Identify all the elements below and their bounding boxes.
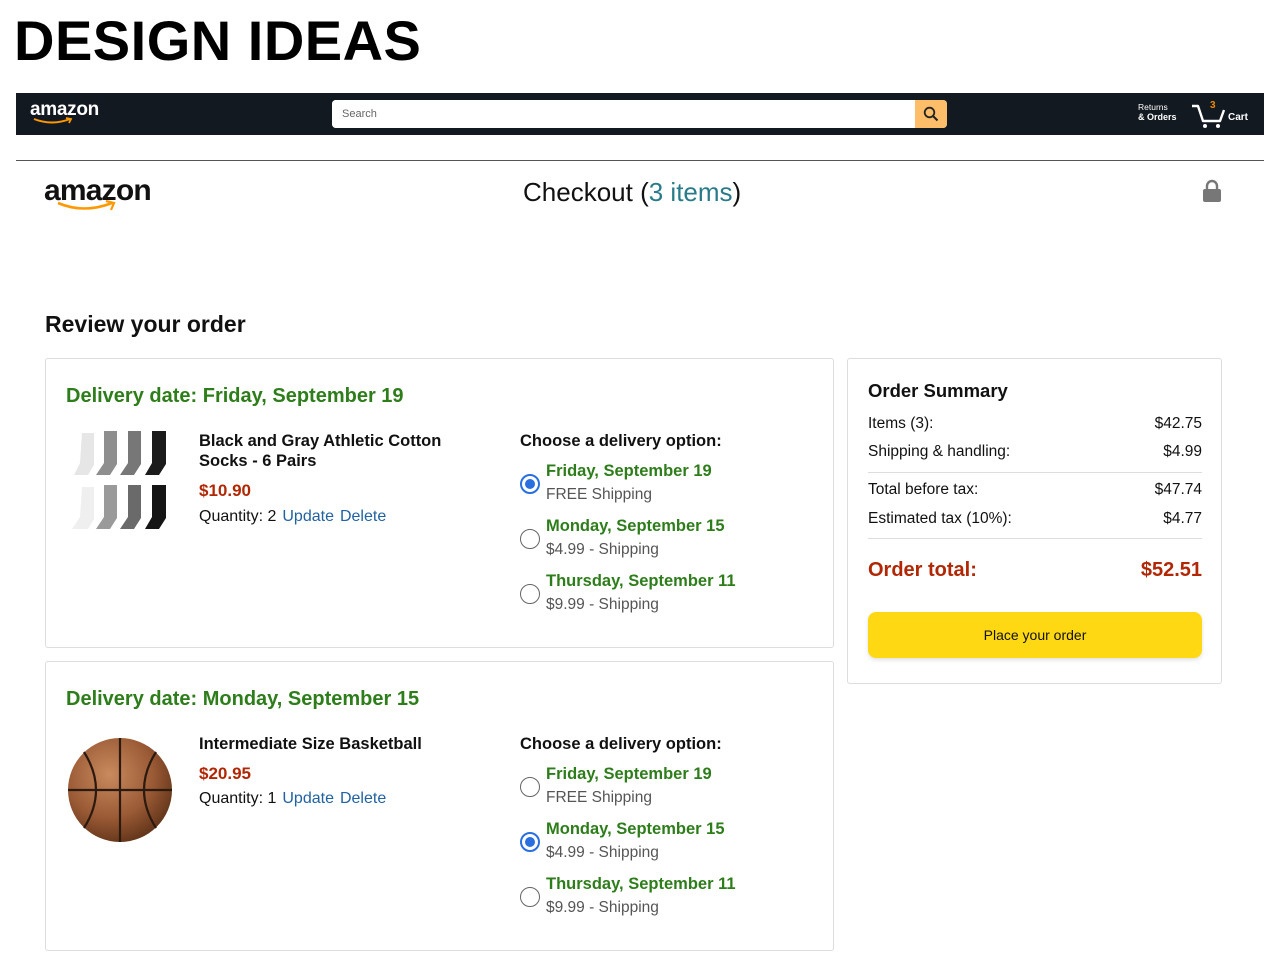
returns-line2: & Orders: [1138, 112, 1177, 122]
cart-label: Cart: [1228, 112, 1249, 123]
order-total-row: Order total: $52.51: [868, 559, 1202, 582]
returns-line1: Returns: [1138, 102, 1168, 112]
delivery-option-date: Friday, September 19: [546, 765, 712, 783]
product-name[interactable]: Black and Gray Athletic Cotton Socks - 6…: [199, 431, 494, 471]
delivery-option-date: Thursday, September 11: [546, 875, 736, 893]
delivery-option-date: Monday, September 15: [546, 517, 725, 535]
cart-icon: [1192, 104, 1226, 128]
amazon-smile-icon: [57, 200, 116, 211]
delivery-date-heading: Delivery date: Monday, September 15: [66, 688, 420, 710]
search-input[interactable]: [332, 100, 915, 128]
delete-link[interactable]: Delete: [340, 790, 386, 807]
delivery-option-radio[interactable]: [520, 584, 540, 604]
product-quantity-row: Quantity: 1 Update Delete: [199, 790, 386, 808]
delivery-option-date: Thursday, September 11: [546, 572, 736, 590]
product-price: $20.95: [199, 764, 251, 783]
checkout-title: Checkout (3 items): [523, 177, 741, 208]
quantity-text: Quantity: 2: [199, 508, 277, 525]
shipment-box: Delivery date: Friday, September 19 Blac…: [45, 358, 834, 648]
delivery-options-heading: Choose a delivery option:: [520, 432, 722, 450]
delivery-date-heading: Delivery date: Friday, September 19: [66, 385, 404, 407]
delivery-option-date: Friday, September 19: [546, 462, 712, 480]
page-heading: DESIGN IDEAS: [14, 9, 422, 72]
amazon-smile-icon: [33, 117, 73, 124]
search-bar: [332, 100, 947, 128]
summary-label: Shipping & handling:: [868, 443, 1011, 460]
cart-count: 3: [1210, 100, 1216, 111]
summary-divider: [868, 472, 1202, 473]
summary-value: $47.74: [1154, 481, 1202, 498]
order-summary-title: Order Summary: [868, 380, 1008, 401]
delivery-option-price: FREE Shipping: [546, 486, 652, 503]
delivery-option-radio[interactable]: [520, 832, 540, 852]
delivery-option-radio[interactable]: [520, 474, 540, 494]
delivery-options-heading: Choose a delivery option:: [520, 735, 722, 753]
checkout-title-prefix: Checkout (: [523, 177, 649, 207]
section-divider: [16, 160, 1264, 161]
summary-value: $4.77: [1163, 510, 1202, 527]
checkout-title-suffix: ): [732, 177, 742, 207]
delivery-option[interactable]: Thursday, September 11 $9.99 - Shipping: [520, 875, 800, 921]
summary-value: $42.75: [1154, 415, 1202, 432]
shipment-box: Delivery date: Monday, September 15 Inte…: [45, 661, 834, 951]
update-link[interactable]: Update: [282, 508, 334, 525]
product-quantity-row: Quantity: 2 Update Delete: [199, 508, 386, 526]
summary-row-tax: Estimated tax (10%): $4.77: [868, 510, 1202, 528]
product-name[interactable]: Intermediate Size Basketball: [199, 734, 494, 754]
delivery-option-price: $9.99 - Shipping: [546, 899, 659, 916]
summary-row-shipping: Shipping & handling: $4.99: [868, 443, 1202, 461]
quantity-text: Quantity: 1: [199, 790, 277, 807]
summary-value: $4.99: [1163, 443, 1202, 460]
update-link[interactable]: Update: [282, 790, 334, 807]
delivery-option[interactable]: Friday, September 19 FREE Shipping: [520, 765, 800, 811]
delivery-option-price: $4.99 - Shipping: [546, 541, 659, 558]
delivery-option-price: $9.99 - Shipping: [546, 596, 659, 613]
lock-icon: [1203, 179, 1221, 202]
socks-product-image: [72, 431, 166, 529]
delivery-option[interactable]: Monday, September 15 $4.99 - Shipping: [520, 517, 800, 563]
returns-orders-link[interactable]: Returns & Orders: [1138, 102, 1177, 122]
delivery-option-radio[interactable]: [520, 887, 540, 907]
summary-row-items: Items (3): $42.75: [868, 415, 1202, 433]
search-button[interactable]: [915, 100, 947, 128]
summary-label: Items (3):: [868, 415, 934, 432]
order-summary-panel: Order Summary Items (3): $42.75 Shipping…: [847, 358, 1222, 684]
summary-row-before-tax: Total before tax: $47.74: [868, 481, 1202, 499]
summary-divider: [868, 538, 1202, 539]
summary-label: Estimated tax (10%):: [868, 510, 1012, 527]
checkout-items-link[interactable]: 3 items: [649, 177, 733, 207]
review-order-heading: Review your order: [45, 311, 246, 337]
search-icon: [923, 106, 939, 122]
delivery-option-date: Monday, September 15: [546, 820, 725, 838]
delete-link[interactable]: Delete: [340, 508, 386, 525]
delivery-option[interactable]: Friday, September 19 FREE Shipping: [520, 462, 800, 508]
delivery-option[interactable]: Thursday, September 11 $9.99 - Shipping: [520, 572, 800, 618]
delivery-option-radio[interactable]: [520, 777, 540, 797]
basketball-product-image: [68, 738, 172, 842]
delivery-option-price: FREE Shipping: [546, 789, 652, 806]
delivery-option-radio[interactable]: [520, 529, 540, 549]
delivery-option[interactable]: Monday, September 15 $4.99 - Shipping: [520, 820, 800, 866]
top-navbar: amazon Returns & Orders 3 Cart: [16, 93, 1264, 135]
product-price: $10.90: [199, 481, 251, 500]
order-total-label: Order total:: [868, 559, 977, 581]
summary-label: Total before tax:: [868, 481, 979, 498]
delivery-option-price: $4.99 - Shipping: [546, 844, 659, 861]
cart-link[interactable]: 3 Cart: [1190, 99, 1260, 129]
order-total-value: $52.51: [1140, 559, 1202, 581]
place-order-button[interactable]: Place your order: [868, 612, 1202, 658]
